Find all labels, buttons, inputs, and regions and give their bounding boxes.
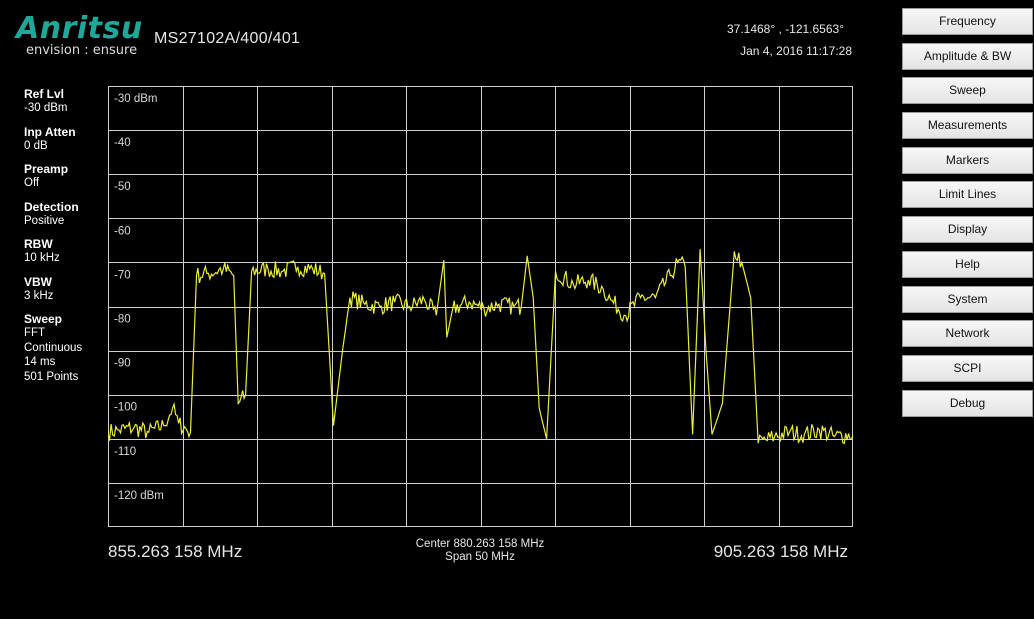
limit-lines-button[interactable]: Limit Lines xyxy=(902,181,1033,209)
param-label: Sweep xyxy=(24,312,63,326)
spectrum-graph[interactable]: -30 dBm -40 -50 -60 -70 -80 -90 -100 -110 -120 dB… xyxy=(108,86,853,527)
soft-key-menu: Frequency Amplitude & BW Sweep Measureme… xyxy=(902,8,1033,424)
spectrum-plot[interactable]: -30 dBm -40 -50 -60 -70 -80 -90 -100 -110 -120 dB… xyxy=(108,86,853,527)
y-tick-label: -30 dBm xyxy=(114,93,157,105)
date-time: Jan 4, 2016 11:17:28 xyxy=(740,44,852,58)
network-button[interactable]: Network xyxy=(902,320,1033,348)
center-frequency: Center 880.263 158 MHz xyxy=(415,538,545,550)
param-value: -30 dBm xyxy=(24,102,68,114)
param-value: 3 kHz xyxy=(24,289,54,302)
amplitude-bw-button[interactable]: Amplitude & BW xyxy=(902,42,1033,70)
param-value: 0 dB xyxy=(24,139,48,152)
y-tick-label: -60 xyxy=(114,225,131,237)
y-tick-label: -110 xyxy=(114,446,136,458)
param-vbw: VBW 3 kHz xyxy=(24,275,104,304)
debug-button[interactable]: Debug xyxy=(902,389,1033,417)
brand-logo: Anritsu envision : ensure xyxy=(16,11,143,59)
y-tick-label: -80 xyxy=(114,314,131,326)
help-button[interactable]: Help xyxy=(902,250,1033,278)
y-tick-label: -120 dBm xyxy=(114,490,164,502)
y-tick-label: -40 xyxy=(114,137,131,149)
param-input-atten: Inp Atten 0 dB xyxy=(24,125,104,154)
center-span-readout: Center 880.263 158 MHz Span 50 MHz xyxy=(400,538,560,564)
y-tick-label: -90 xyxy=(114,358,131,370)
param-preamp: Preamp Off xyxy=(24,162,104,191)
param-label: Detection xyxy=(24,199,79,214)
param-label: Preamp xyxy=(24,162,69,176)
markers-button[interactable]: Markers xyxy=(902,146,1033,174)
y-tick-label: -70 xyxy=(114,269,131,281)
param-value: 14 ms xyxy=(24,356,56,368)
param-label: Inp Atten xyxy=(24,124,76,139)
frequency-button[interactable]: Frequency xyxy=(902,8,1033,35)
param-value: FFT xyxy=(24,327,46,339)
settings-panel: Ref Lvl -30 dBm Inp Atten 0 dB Preamp Of… xyxy=(24,87,104,393)
param-label: VBW xyxy=(24,274,52,289)
param-label: Ref Lvl xyxy=(24,87,65,101)
y-tick-label: -50 xyxy=(114,181,131,193)
param-value: 10 kHz xyxy=(24,252,60,264)
param-ref-level: Ref Lvl -30 dBm xyxy=(24,87,104,116)
logo-tagline: envision : ensure xyxy=(26,43,138,58)
y-tick-label: -100 xyxy=(114,402,137,414)
sweep-button[interactable]: Sweep xyxy=(902,77,1033,105)
param-value: Positive xyxy=(24,214,65,227)
stop-frequency: 905.263 158 MHz xyxy=(713,542,848,561)
system-button[interactable]: System xyxy=(902,285,1033,313)
param-sweep: Sweep FFT Continuous 14 ms 501 Points xyxy=(24,312,104,384)
scpi-button[interactable]: SCPI xyxy=(902,354,1033,382)
gps-coordinates: 37.1468° , -121.6563° xyxy=(726,22,844,36)
measurements-button[interactable]: Measurements xyxy=(902,112,1033,140)
start-frequency: 855.263 158 MHz xyxy=(108,542,243,561)
param-label: RBW xyxy=(24,237,53,251)
span-value: Span 50 MHz xyxy=(445,551,515,563)
param-value: Off xyxy=(24,177,40,189)
display-button[interactable]: Display xyxy=(902,216,1033,244)
param-detection: Detection Positive xyxy=(24,200,104,229)
param-value: Continuous xyxy=(24,341,83,354)
model-number: MS27102A/400/401 xyxy=(154,30,301,47)
param-value: 501 Points xyxy=(24,370,79,383)
logo-wordmark: Anritsu xyxy=(16,11,143,46)
param-rbw: RBW 10 kHz xyxy=(24,237,104,266)
